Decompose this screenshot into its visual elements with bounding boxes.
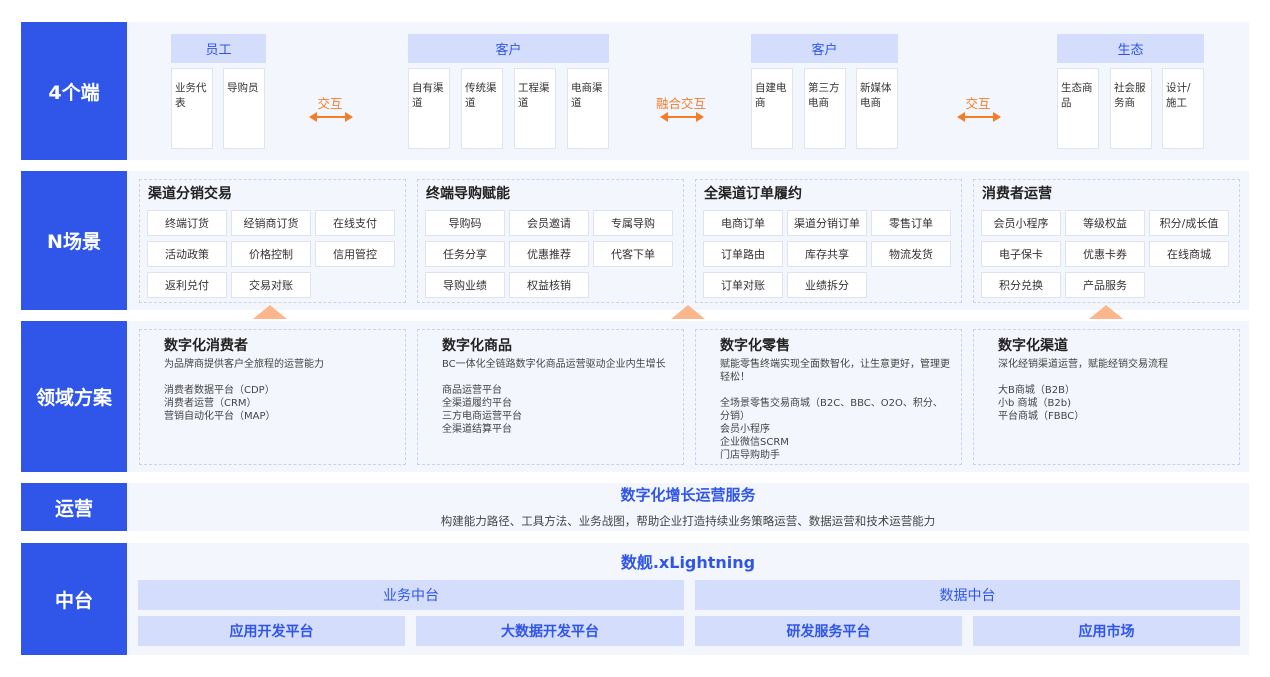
domain-item: 消费者数据平台（CDP） <box>164 385 275 396</box>
scene-chip: 权益核销 <box>509 272 589 298</box>
ops-description: 构建能力路径、工具方法、业务战图，帮助企业打造持续业务策略运营、数据运营和技术运… <box>440 514 936 528</box>
end-item: 社会服务商 <box>1110 68 1152 149</box>
double-arrow-icon <box>957 112 1001 122</box>
end-item: 电商渠道 <box>567 68 609 149</box>
row-label-platform: 中台 <box>21 543 127 655</box>
end-item: 传统渠道 <box>461 68 503 149</box>
domain-item: 大B商城（B2B） <box>998 385 1075 396</box>
domain-item: 小b 商城（B2b) <box>998 398 1071 409</box>
scene-chip: 返利兑付 <box>147 272 227 298</box>
platform-sub: 应用开发平台 <box>138 616 405 646</box>
double-arrow-icon <box>309 112 353 122</box>
group-customer-2: 客户 <box>751 34 898 63</box>
domain-item: 全场景零售交易商城（B2C、BBC、O2O、积分、分销） <box>720 398 943 422</box>
row-label-scenes: N场景 <box>21 171 127 310</box>
domain-title: 数字化消费者 <box>164 338 248 354</box>
end-item: 导购员 <box>223 68 265 149</box>
scene-chip: 物流发货 <box>871 241 951 267</box>
scene-chip: 订单路由 <box>703 241 783 267</box>
scene-chip: 等级权益 <box>1065 210 1145 236</box>
end-item: 自有渠道 <box>408 68 450 149</box>
domain-item: 企业微信SCRM <box>720 437 789 448</box>
domain-product: 数字化商品 BC一体化全链路数字化商品运营驱动企业内生增长 商品运营平台 全渠道… <box>442 335 680 436</box>
end-item: 自建电商 <box>751 68 793 149</box>
scene-chip: 信用管控 <box>315 241 395 267</box>
scene-title: 渠道分销交易 <box>148 186 232 202</box>
scene-chip: 优惠卡券 <box>1065 241 1145 267</box>
scene-title: 终端导购赋能 <box>426 186 510 202</box>
row-label-ops: 运营 <box>21 483 127 531</box>
scene-chip: 任务分享 <box>425 241 505 267</box>
domain-item: 商品运营平台 <box>442 385 502 396</box>
end-item: 工程渠道 <box>514 68 556 149</box>
domain-item: 三方电商运营平台 <box>442 411 522 422</box>
double-arrow-icon <box>660 112 704 122</box>
domain-item: 消费者运营（CRM） <box>164 398 257 409</box>
up-arrow-icon <box>253 305 287 319</box>
scene-chip: 交易对账 <box>231 272 311 298</box>
scene-chip: 业绩拆分 <box>787 272 867 298</box>
scene-chip: 订单对账 <box>703 272 783 298</box>
domain-retail: 数字化零售 赋能零售终端实现全面数智化，让生意更好，管理更轻松！ 全场景零售交易… <box>720 335 952 462</box>
scene-chip: 产品服务 <box>1065 272 1145 298</box>
domain-subtitle: 深化经销渠道运营，赋能经销交易流程 <box>998 359 1168 370</box>
end-item: 设计/施工 <box>1162 68 1204 149</box>
domain-channel: 数字化渠道 深化经销渠道运营，赋能经销交易流程 大B商城（B2B） 小b 商城（… <box>998 335 1234 423</box>
domain-consumer: 数字化消费者 为品牌商提供客户全旅程的运营能力 消费者数据平台（CDP） 消费者… <box>164 335 400 423</box>
domain-item: 门店导购助手 <box>720 450 780 461</box>
scene-chip: 经销商订货 <box>231 210 311 236</box>
scene-chip: 在线支付 <box>315 210 395 236</box>
end-item: 生态商品 <box>1057 68 1099 149</box>
platform-sub: 研发服务平台 <box>695 616 962 646</box>
end-item: 业务代表 <box>171 68 213 149</box>
platform-title: 数舰.xLightning <box>620 553 756 572</box>
group-customer-1: 客户 <box>408 34 609 63</box>
scene-title: 消费者运营 <box>982 186 1052 202</box>
domain-subtitle: 为品牌商提供客户全旅程的运营能力 <box>164 359 324 370</box>
row-label-domains: 领域方案 <box>21 321 127 472</box>
ops-title: 数字化增长运营服务 <box>620 486 756 504</box>
up-arrow-icon <box>1089 305 1123 319</box>
domain-subtitle: BC一体化全链路数字化商品运营驱动企业内生增长 <box>442 359 666 370</box>
group-ecosystem: 生态 <box>1057 34 1204 63</box>
domain-item: 平台商城（FBBC） <box>998 411 1085 422</box>
business-middle-platform: 业务中台 <box>138 580 684 610</box>
domain-item: 全渠道履约平台 <box>442 398 512 409</box>
scene-chip: 导购码 <box>425 210 505 236</box>
scene-chip: 电商订单 <box>703 210 783 236</box>
scene-chip: 价格控制 <box>231 241 311 267</box>
scene-chip: 零售订单 <box>871 210 951 236</box>
domain-item: 营销自动化平台（MAP） <box>164 411 276 422</box>
domain-item: 会员小程序 <box>720 424 770 435</box>
scene-chip: 活动政策 <box>147 241 227 267</box>
scene-chip: 渠道分销订单 <box>787 210 867 236</box>
platform-sub: 应用市场 <box>973 616 1240 646</box>
scene-chip: 导购业绩 <box>425 272 505 298</box>
scene-chip: 积分兑换 <box>981 272 1061 298</box>
scene-chip: 专属导购 <box>593 210 673 236</box>
scene-chip: 会员小程序 <box>981 210 1061 236</box>
scene-chip: 库存共享 <box>787 241 867 267</box>
data-middle-platform: 数据中台 <box>695 580 1240 610</box>
scene-chip: 电子保卡 <box>981 241 1061 267</box>
platform-sub: 大数据开发平台 <box>416 616 684 646</box>
end-item: 新媒体电商 <box>856 68 898 149</box>
scene-chip: 积分/成长值 <box>1149 210 1229 236</box>
end-item: 第三方电商 <box>804 68 846 149</box>
scene-chip: 代客下单 <box>593 241 673 267</box>
scene-chip: 在线商城 <box>1149 241 1229 267</box>
domain-title: 数字化渠道 <box>998 338 1068 354</box>
domain-title: 数字化零售 <box>720 338 790 354</box>
domain-subtitle: 赋能零售终端实现全面数智化，让生意更好，管理更轻松！ <box>720 359 950 383</box>
scene-title: 全渠道订单履约 <box>704 186 802 202</box>
domain-item: 全渠道结算平台 <box>442 424 512 435</box>
up-arrow-icon <box>671 305 705 319</box>
domain-title: 数字化商品 <box>442 338 512 354</box>
scene-chip: 优惠推荐 <box>509 241 589 267</box>
scene-chip: 会员邀请 <box>509 210 589 236</box>
scene-chip: 终端订货 <box>147 210 227 236</box>
row-label-ends: 4个端 <box>21 22 127 160</box>
group-employee: 员工 <box>171 34 266 63</box>
